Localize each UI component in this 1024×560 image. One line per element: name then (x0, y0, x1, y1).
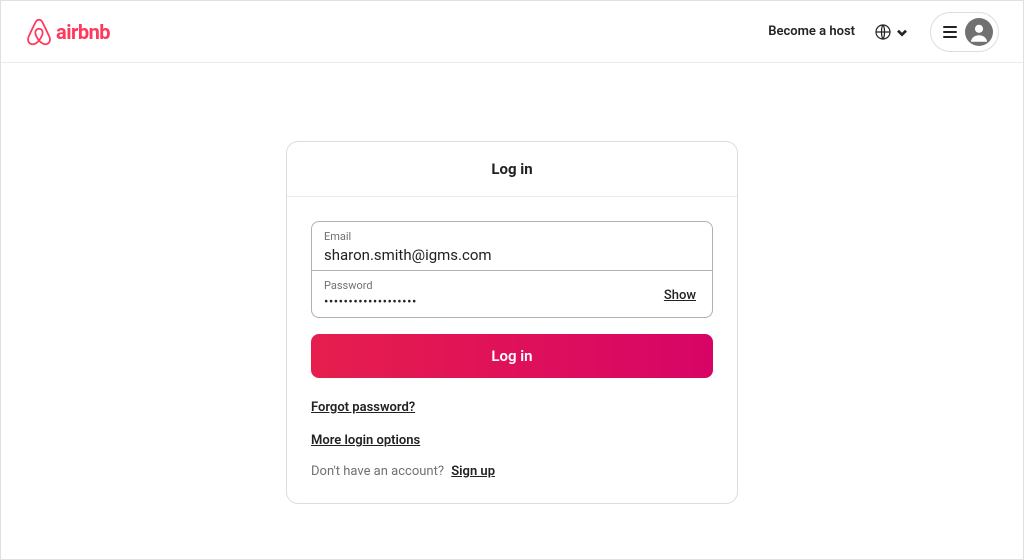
app-header: airbnb Become a host (1, 1, 1023, 63)
signup-link[interactable]: Sign up (451, 464, 495, 479)
show-password-link[interactable]: Show (664, 288, 700, 303)
login-card: Log in Email Password ••••••••••••••••••… (286, 141, 738, 504)
card-body: Email Password ••••••••••••••••••• Show … (287, 197, 737, 503)
password-field[interactable]: ••••••••••••••••••• (324, 294, 664, 311)
brand-logo[interactable]: airbnb (25, 17, 110, 47)
signup-row: Don't have an account? Sign up (311, 464, 713, 479)
header-actions: Become a host (768, 12, 999, 52)
password-row[interactable]: Password ••••••••••••••••••• Show (312, 271, 712, 317)
user-icon (966, 19, 992, 45)
email-row[interactable]: Email (312, 222, 712, 271)
forgot-password-link[interactable]: Forgot password? (311, 400, 415, 415)
login-button[interactable]: Log in (311, 334, 713, 378)
credentials-group: Email Password ••••••••••••••••••• Show (311, 221, 713, 318)
language-button[interactable] (869, 18, 916, 46)
signup-prompt: Don't have an account? (311, 464, 444, 479)
brand-name: airbnb (56, 20, 110, 44)
main-content: Log in Email Password ••••••••••••••••••… (1, 63, 1023, 504)
avatar (965, 18, 993, 46)
more-login-options-link[interactable]: More login options (311, 433, 420, 448)
card-title: Log in (287, 142, 737, 197)
airbnb-logo-icon (25, 17, 53, 47)
chevron-down-icon (894, 24, 910, 40)
become-host-link[interactable]: Become a host (768, 24, 855, 39)
email-label: Email (324, 230, 700, 243)
email-field[interactable] (324, 246, 700, 264)
password-label: Password (324, 279, 664, 292)
profile-menu-button[interactable] (930, 12, 999, 52)
globe-icon (875, 24, 891, 40)
hamburger-icon (943, 26, 957, 38)
